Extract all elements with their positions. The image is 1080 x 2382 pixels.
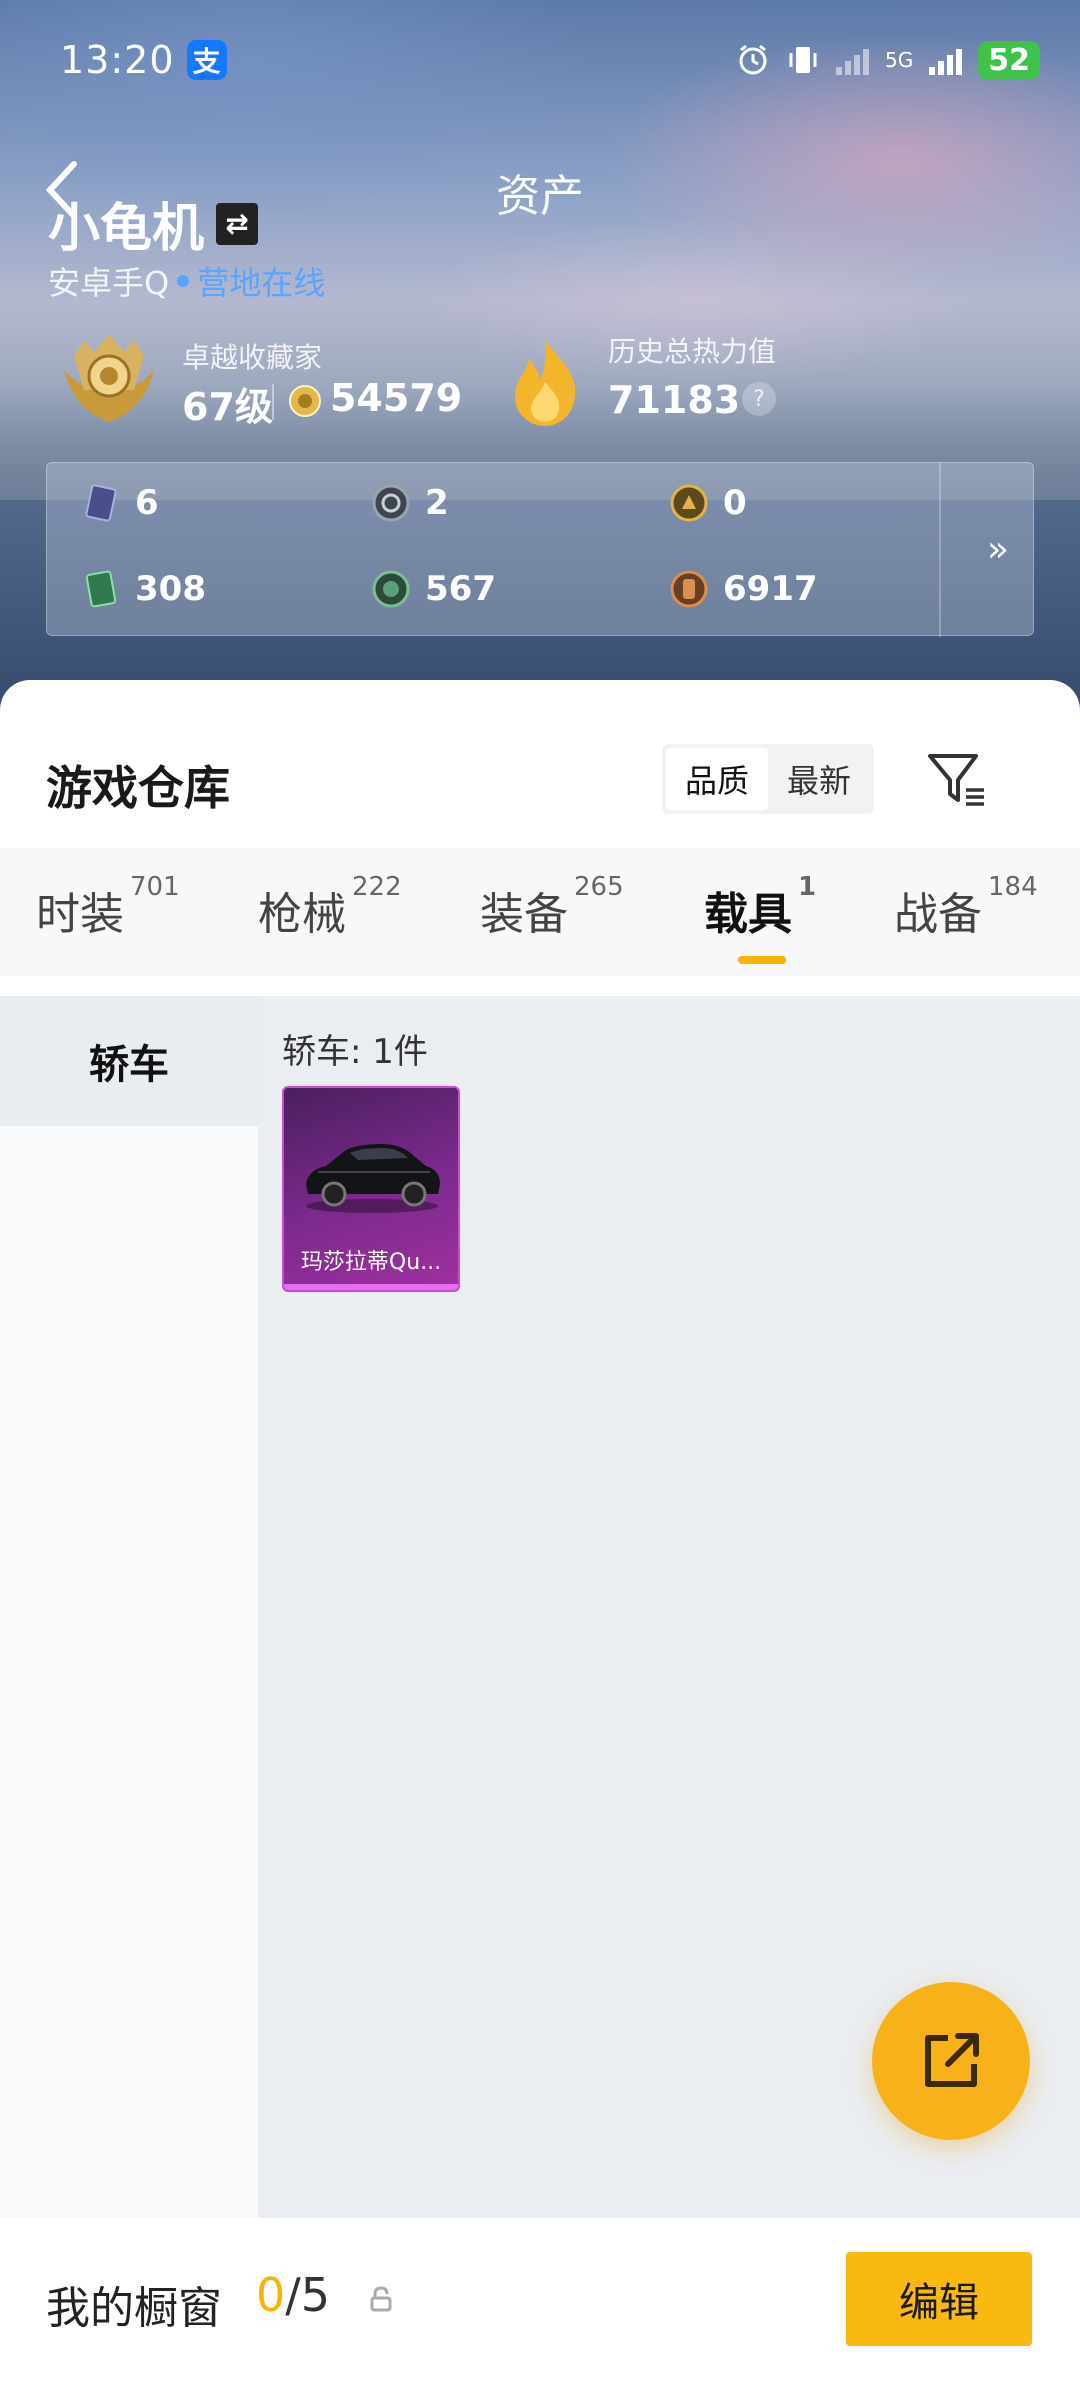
help-icon[interactable]: ? (742, 382, 776, 416)
online-status: 营地在线 (197, 264, 326, 302)
online-dot-icon (177, 275, 190, 287)
active-tab-indicator (738, 956, 786, 964)
vehicle-card[interactable]: 玛莎拉蒂Qu... (282, 1086, 460, 1292)
username: 小龟机 ⇄ (48, 186, 259, 261)
card-icon (85, 484, 117, 522)
rank-title: 卓越收藏家 (182, 341, 323, 374)
asset-value: 308 (135, 569, 206, 609)
tab-equipment[interactable]: 装备265 (480, 872, 624, 942)
warehouse-title: 游戏仓库 (46, 761, 230, 815)
rank-badge-icon (64, 334, 154, 422)
more-assets-icon[interactable]: » (987, 529, 1009, 570)
heat-value: 71183 (608, 378, 741, 422)
collector-coin-icon (289, 385, 321, 417)
asset-value: 567 (425, 569, 496, 609)
tab-fashion[interactable]: 时装701 (36, 872, 180, 942)
car-icon (306, 1144, 440, 1213)
showcase-count: 0/5 (256, 2268, 331, 2322)
tab-vehicles[interactable]: 载具1 (704, 872, 816, 942)
sidebar: 轿车 (0, 996, 258, 2230)
lock-icon (370, 2286, 392, 2312)
showcase-footer: 我的橱窗 0/5 编辑 (0, 2218, 1080, 2382)
asset-item[interactable]: 6917 (669, 569, 818, 609)
asset-value: 6 (135, 483, 159, 523)
divider (939, 463, 941, 637)
status-bar: 13:20 支 5G 52 (60, 30, 1040, 90)
silver-coin-icon (372, 484, 410, 522)
sort-quality-button[interactable]: 品质 (666, 748, 768, 810)
rank-level: 67级 (182, 385, 273, 429)
platform-label: 安卓手Q (48, 264, 170, 302)
alipay-icon: 支 (186, 40, 227, 80)
asset-item[interactable]: 567 (371, 569, 496, 609)
asset-value: 0 (723, 483, 747, 523)
asset-value: 2 (425, 483, 449, 523)
signal-1-icon (836, 45, 870, 75)
username-text: 小龟机 (48, 199, 205, 259)
sort-newest-button[interactable]: 最新 (768, 748, 870, 810)
gem-icon (372, 570, 410, 608)
status-time: 13:20 (60, 38, 175, 82)
filter-icon[interactable] (924, 746, 990, 812)
gold-coin-icon (670, 484, 708, 522)
heat-title: 历史总热力值 (608, 335, 777, 368)
battery-level: 52 (978, 40, 1040, 80)
asset-value: 6917 (723, 569, 818, 609)
ticket-icon (85, 570, 117, 608)
switch-account-icon[interactable]: ⇄ (216, 202, 259, 245)
asset-item[interactable]: 6 (81, 483, 159, 523)
asset-item[interactable]: 0 (669, 483, 747, 523)
asset-item[interactable]: 308 (81, 569, 206, 609)
network-type: 5G (885, 48, 914, 72)
signal-2-icon (929, 45, 963, 75)
tab-supplies[interactable]: 战备184 (894, 872, 1038, 942)
collector-coin-value: 54579 (330, 376, 463, 420)
asset-item[interactable]: 2 (371, 483, 449, 523)
sidebar-item-sedan[interactable]: 轿车 (0, 996, 258, 1126)
group-label: 轿车: 1件 (282, 1032, 428, 1072)
showcase-label: 我的橱窗 (46, 2283, 222, 2334)
divider (272, 384, 274, 420)
sort-toggle[interactable]: 品质 最新 (662, 744, 874, 814)
vibrate-icon (789, 47, 817, 73)
edit-button[interactable]: 编辑 (846, 2252, 1032, 2346)
assets-panel[interactable]: 6 2 0 308 567 6917 » (46, 462, 1034, 637)
category-tabs: 时装701 枪械222 装备265 载具1 战备184 (0, 848, 1080, 976)
rarity-bar (284, 1284, 458, 1290)
item-name: 玛莎拉蒂Qu... (300, 1250, 442, 1275)
share-icon (925, 2033, 979, 2087)
share-button[interactable] (872, 1982, 1030, 2140)
bronze-token-icon (670, 570, 708, 608)
platform-info: 安卓手Q 营地在线 (48, 258, 325, 304)
alarm-icon (739, 44, 767, 75)
fire-icon (515, 340, 576, 426)
tab-guns[interactable]: 枪械222 (258, 872, 402, 942)
